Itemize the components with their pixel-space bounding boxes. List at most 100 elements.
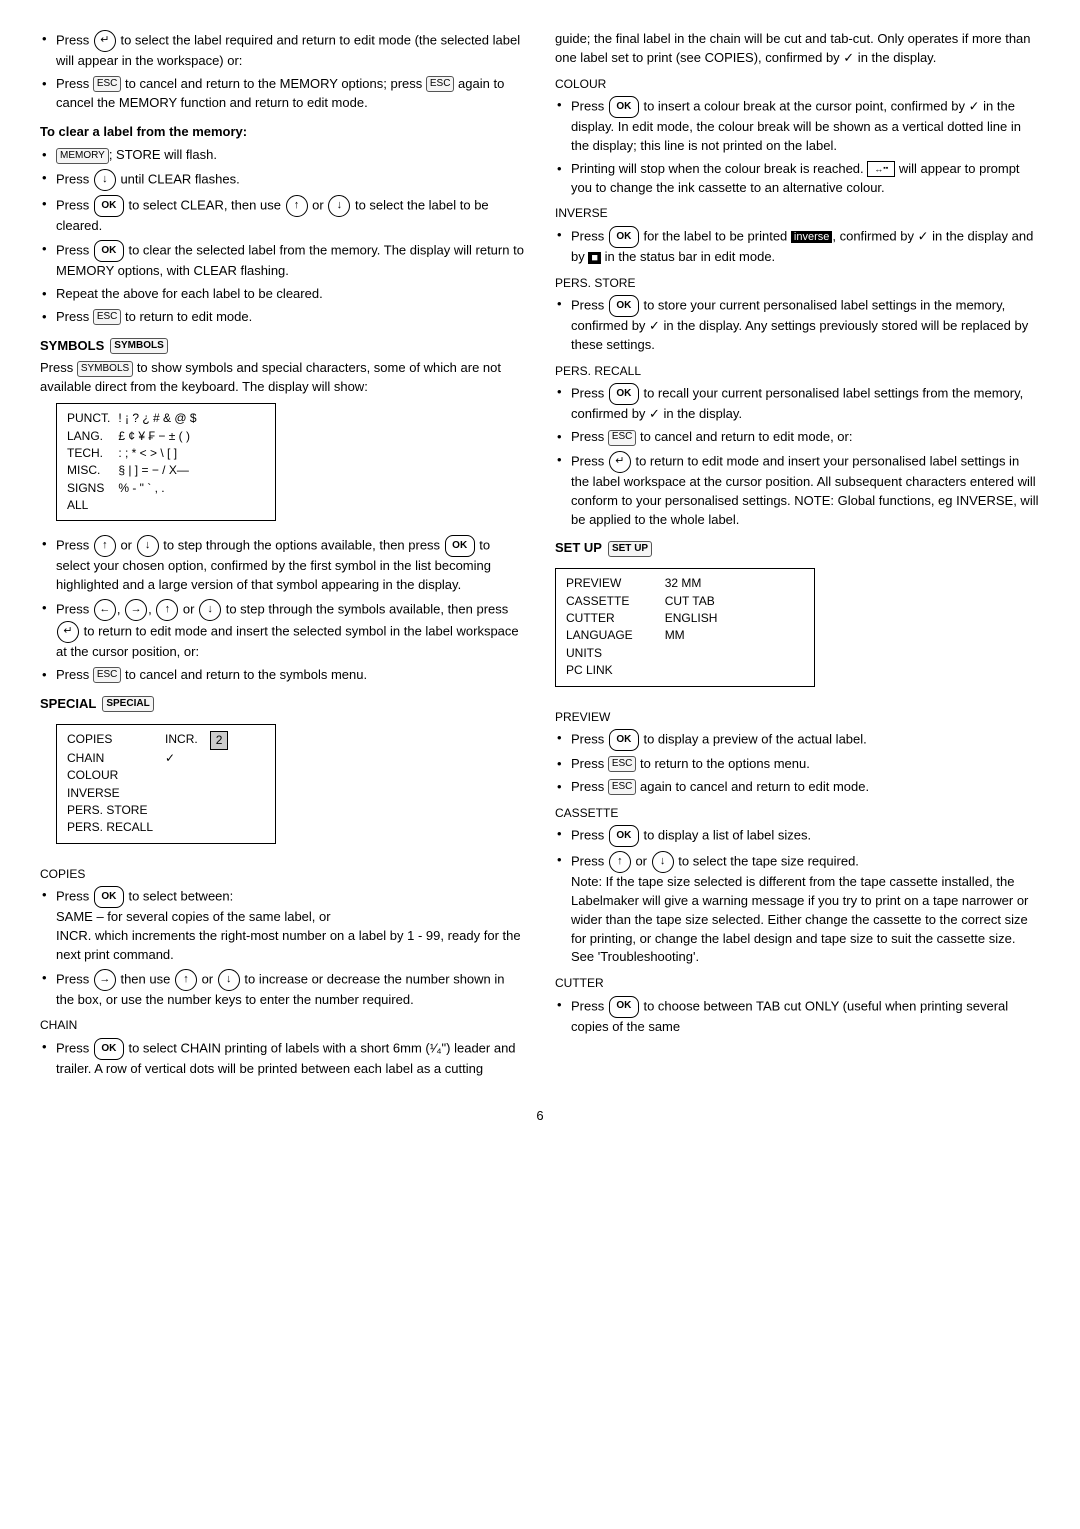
down-key3-icon: ↓ (137, 535, 159, 557)
table-row: PUNCT. ! ¡ ? ¿ # & @ $ (67, 410, 205, 427)
table-row: COLOUR (67, 767, 240, 784)
esc-key2-icon: ESC (93, 309, 122, 325)
inverse-text-sample: inverse (791, 231, 832, 243)
special-chain-empty (210, 750, 241, 767)
special-section-label: SPECIAL SPECIAL (40, 695, 525, 714)
symbols-row-3-chars: : ; * < > \ [ ] (118, 445, 204, 462)
ok-key12-icon: OK (609, 996, 639, 1018)
up-key6-icon: ↑ (609, 851, 631, 873)
special-table-box: COPIES INCR. 2 CHAIN ✓ COLOUR INVERS (56, 724, 276, 844)
symbols-key-icon: SYMBOLS (77, 361, 133, 377)
down-key4-icon: ↓ (199, 599, 221, 621)
setup-key-badge: SET UP (608, 541, 652, 557)
pers-recall-bullet-1: Press OK to recall your current personal… (555, 383, 1040, 424)
esc-key-icon2: ESC (426, 76, 455, 92)
special-incr-value: 2 (210, 731, 241, 750)
right-column: guide; the final label in the chain will… (555, 30, 1040, 1087)
symbols-row-1-chars: ! ¡ ? ¿ # & @ $ (118, 410, 204, 427)
ok-key3-icon: OK (445, 535, 475, 557)
setup-cut-tab-label: CUT TAB (665, 593, 734, 610)
clear-bullet-6: Press ESC to return to edit mode. (40, 308, 525, 327)
special-chain-check: ✓ (165, 750, 210, 767)
incr-value-box: 2 (210, 731, 229, 750)
special-pers-store-label: PERS. STORE (67, 802, 165, 819)
chain-continuation-text: guide; the final label in the chain will… (555, 30, 1040, 68)
symbols-label-text: SYMBOLS (40, 337, 104, 356)
setup-32mm-val (733, 575, 749, 592)
chain-bullet-list: Press OK to select CHAIN printing of lab… (40, 1038, 525, 1079)
page-number: 6 (40, 1107, 1040, 1126)
setup-english-label: ENGLISH (665, 610, 734, 627)
preview-section-label: PREVIEW (555, 709, 1040, 726)
setup-label-text: SET UP (555, 539, 602, 558)
pers-store-section-label: PERS. STORE (555, 275, 1040, 292)
inverse-bullet-1: Press OK for the label to be printed inv… (555, 226, 1040, 267)
setup-cutter-val (649, 610, 665, 627)
ok-key7-icon: OK (609, 226, 639, 248)
special-label-text: SPECIAL (40, 695, 96, 714)
table-row: MISC. § | ] = − / X— (67, 462, 205, 479)
down-key-icon: ↓ (94, 169, 116, 191)
special-pers-recall-label: PERS. RECALL (67, 819, 165, 836)
symbols-bullet-3: Press ESC to cancel and return to the sy… (40, 666, 525, 685)
table-row: PERS. STORE (67, 802, 240, 819)
tape-cassette-icon: ↔▪▪ (867, 161, 895, 177)
table-row: INVERSE (67, 785, 240, 802)
setup-pclink-label: PC LINK (566, 662, 649, 679)
symbols-section-label: SYMBOLS SYMBOLS (40, 337, 525, 356)
down-key2-icon: ↓ (328, 195, 350, 217)
ok-key10-icon: OK (609, 729, 639, 751)
symbols-intro: Press SYMBOLS to show symbols and specia… (40, 359, 525, 397)
ok-key2-icon: OK (94, 240, 124, 262)
clear-bullet-list: MEMORY; STORE will flash. Press ↓ until … (40, 146, 525, 326)
enter-key2-icon: ↵ (57, 621, 79, 643)
preview-bullet-2: Press ESC to return to the options menu. (555, 755, 1040, 774)
cutter-bullet-1: Press OK to choose between TAB cut ONLY … (555, 996, 1040, 1037)
symbols-row-6-chars (118, 497, 204, 514)
black-square-icon: ■ (588, 252, 601, 264)
enter-key-icon: ↵ (94, 30, 116, 52)
setup-cassette-val (649, 593, 665, 610)
ok-key9-icon: OK (609, 383, 639, 405)
preview-bullet-1: Press OK to display a preview of the act… (555, 729, 1040, 751)
setup-english-val (733, 610, 749, 627)
inverse-bullet-list: Press OK for the label to be printed inv… (555, 226, 1040, 267)
ok-key8-icon: OK (609, 295, 639, 317)
intro-bullet-1: Press ↵ to select the label required and… (40, 30, 525, 71)
copies-section-label: COPIES (40, 866, 525, 883)
pers-store-bullet-list: Press OK to store your current personali… (555, 295, 1040, 355)
intro-bullet-list: Press ↵ to select the label required and… (40, 30, 525, 113)
pers-recall-bullet-list: Press OK to recall your current personal… (555, 383, 1040, 529)
esc-key4-icon: ESC (608, 430, 637, 446)
cassette-bullet-list: Press OK to display a list of label size… (555, 825, 1040, 967)
copies-bullet-1: Press OK to select between: SAME – for s… (40, 886, 525, 965)
chain-section-label: CHAIN (40, 1017, 525, 1034)
clear-label-heading: To clear a label from the memory: (40, 123, 525, 142)
chain-bullet-1: Press OK to select CHAIN printing of lab… (40, 1038, 525, 1079)
symbols-row-3-label: TECH. (67, 445, 118, 462)
left-key-icon: ← (94, 599, 116, 621)
setup-mm-label: MM (665, 627, 734, 644)
table-row: CHAIN ✓ (67, 750, 240, 767)
table-row: COPIES INCR. 2 (67, 731, 240, 750)
colour-bullet-1: Press OK to insert a colour break at the… (555, 96, 1040, 156)
table-row: PERS. RECALL (67, 819, 240, 836)
clear-bullet-2: Press ↓ until CLEAR flashes. (40, 169, 525, 191)
right-key2-icon: → (94, 969, 116, 991)
cutter-section-label: CUTTER (555, 975, 1040, 992)
setup-mm-val (733, 627, 749, 644)
table-row: TECH. : ; * < > \ [ ] (67, 445, 205, 462)
table-row: ALL (67, 497, 205, 514)
setup-pclink-val (649, 662, 665, 679)
enter-key3-icon: ↵ (609, 451, 631, 473)
pers-recall-bullet-2: Press ESC to cancel and return to edit m… (555, 428, 1040, 447)
setup-section-label: SET UP SET UP (555, 539, 1040, 558)
symbols-row-5-chars: % - " ` , . (118, 480, 204, 497)
pers-recall-section-label: PERS. RECALL (555, 363, 1040, 380)
clear-bullet-3: Press OK to select CLEAR, then use ↑ or … (40, 195, 525, 236)
symbols-row-5-label: SIGNS (67, 480, 118, 497)
setup-32mm-label: 32 MM (665, 575, 734, 592)
setup-units-val (649, 645, 665, 662)
inverse-section-label: INVERSE (555, 205, 1040, 222)
colour-section-label: COLOUR (555, 76, 1040, 93)
